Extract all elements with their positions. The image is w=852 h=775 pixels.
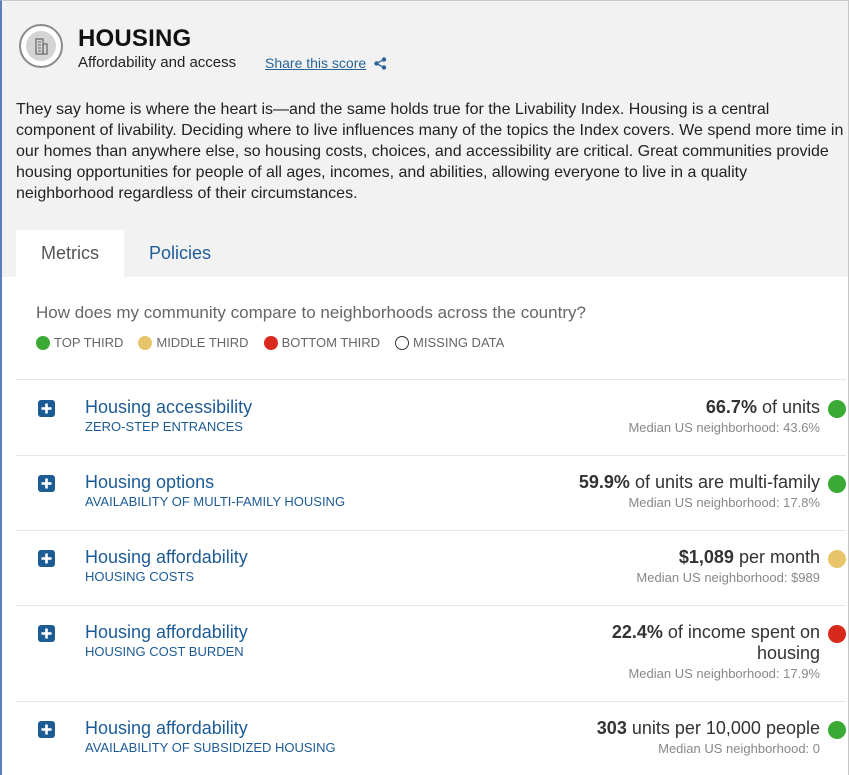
tab-bar: Metrics Policies xyxy=(16,230,236,277)
metric-value: $1,089 per month xyxy=(678,547,820,567)
legend-bottom-third: BOTTOM THIRD xyxy=(263,335,380,350)
legend-top-third: TOP THIRD xyxy=(36,335,123,350)
expand-plus-icon[interactable] xyxy=(38,625,55,642)
empty-dot-icon xyxy=(395,335,410,350)
metric-subtitle: ZERO-STEP ENTRANCES xyxy=(85,419,243,434)
status-dot-icon xyxy=(828,721,846,739)
status-dot-icon xyxy=(828,550,846,568)
metric-median: Median US neighborhood: 0 xyxy=(658,741,820,756)
divider xyxy=(16,530,846,531)
metric-value: 66.7% of units xyxy=(705,397,820,417)
share-label: Share this score xyxy=(265,55,367,71)
metric-value: 59.9% of units are multi-family xyxy=(578,472,820,492)
metric-median: Median US neighborhood: $989 xyxy=(636,570,820,585)
metric-subtitle: AVAILABILITY OF SUBSIDIZED HOUSING xyxy=(85,740,336,755)
expand-plus-icon[interactable] xyxy=(38,721,55,738)
red-dot-icon xyxy=(263,335,278,350)
expand-plus-icon[interactable] xyxy=(38,475,55,492)
expand-plus-icon[interactable] xyxy=(38,400,55,417)
page-title: HOUSING xyxy=(78,25,192,52)
metric-subtitle: HOUSING COST BURDEN xyxy=(85,644,244,659)
metric-name[interactable]: Housing options xyxy=(85,472,214,493)
legend-missing-data: MISSING DATA xyxy=(395,335,504,350)
metric-subtitle: HOUSING COSTS xyxy=(85,569,195,584)
metric-median: Median US neighborhood: 17.8% xyxy=(628,495,820,510)
comparison-question: How does my community compare to neighbo… xyxy=(36,303,586,322)
expand-plus-icon[interactable] xyxy=(38,550,55,567)
yellow-dot-icon xyxy=(138,335,153,350)
metric-subtitle: AVAILABILITY OF MULTI-FAMILY HOUSING xyxy=(85,494,346,509)
header-section: HOUSING Affordability and access Share t… xyxy=(2,1,848,277)
metric-median: Median US neighborhood: 43.6% xyxy=(628,420,820,435)
legend: TOP THIRD MIDDLE THIRD BOTTOM THIRD MISS… xyxy=(36,335,519,350)
divider xyxy=(16,379,846,380)
metric-name[interactable]: Housing affordability xyxy=(85,718,248,739)
status-dot-icon xyxy=(828,475,846,493)
tab-policies[interactable]: Policies xyxy=(124,230,236,277)
metric-value: 303 units per 10,000 people xyxy=(596,718,820,738)
status-dot-icon xyxy=(828,625,846,643)
legend-middle-third: MIDDLE THIRD xyxy=(138,335,249,350)
metric-name[interactable]: Housing affordability xyxy=(85,547,248,568)
tab-metrics[interactable]: Metrics xyxy=(16,230,124,277)
metric-name[interactable]: Housing affordability xyxy=(85,622,248,643)
metric-value: 22.4% of income spent on housing xyxy=(611,622,820,663)
housing-panel: HOUSING Affordability and access Share t… xyxy=(0,0,849,775)
metric-name[interactable]: Housing accessibility xyxy=(85,397,252,418)
page-subtitle: Affordability and access xyxy=(78,54,237,71)
share-score-link[interactable]: Share this score xyxy=(265,55,387,71)
share-icon xyxy=(374,56,387,70)
divider xyxy=(16,605,846,606)
intro-text: They say home is where the heart is—and … xyxy=(16,101,844,202)
divider xyxy=(16,455,846,456)
green-dot-icon xyxy=(36,335,50,350)
metric-median: Median US neighborhood: 17.9% xyxy=(628,666,820,681)
status-dot-icon xyxy=(828,400,846,418)
building-icon xyxy=(19,24,63,68)
divider xyxy=(16,701,846,702)
